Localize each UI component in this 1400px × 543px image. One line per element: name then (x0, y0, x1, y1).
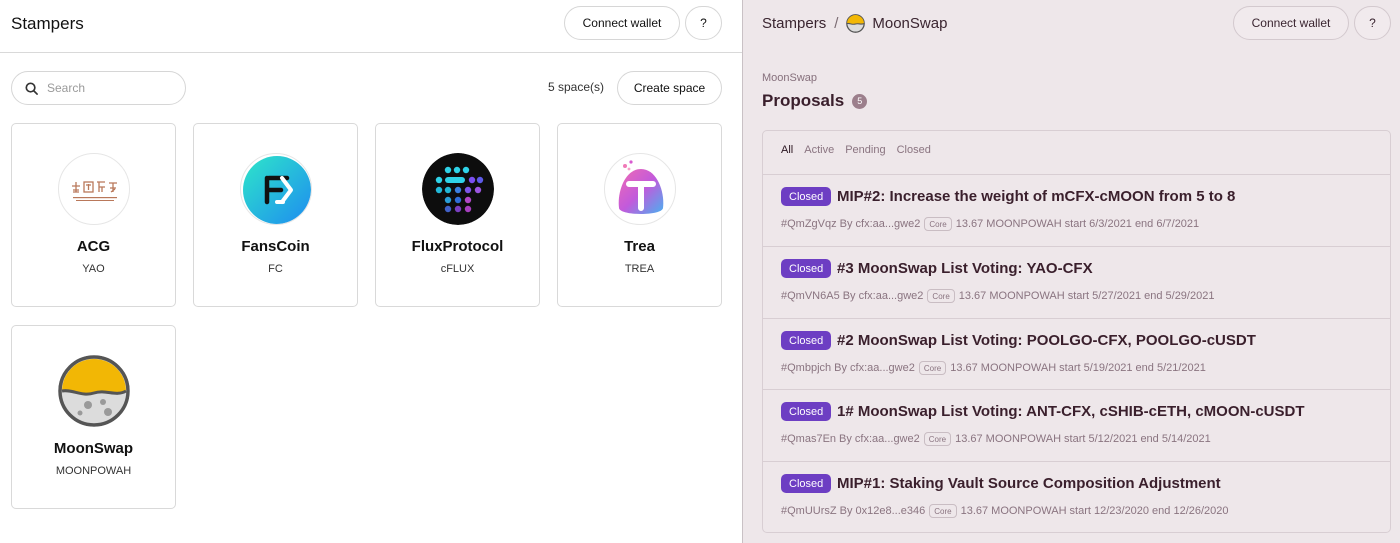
tab-all[interactable]: All (781, 144, 793, 156)
proposal-title[interactable]: #3 MoonSwap List Voting: YAO-CFX (837, 260, 1093, 277)
search-box[interactable] (11, 71, 186, 105)
spaces-panel: Stampers Connect wallet ? 5 space(s) Cre… (0, 0, 742, 543)
proposal-power: 13.67 MOONPOWAH (958, 290, 1065, 302)
space-symbol: cFLUX (440, 263, 475, 275)
space-count: 5 space(s) (547, 80, 604, 94)
proposal-power: 13.67 MOONPOWAH (960, 505, 1067, 517)
space-name: FluxProtocol (411, 238, 504, 255)
help-button[interactable]: ? (1354, 6, 1391, 40)
moonswap-logo-icon (846, 14, 866, 33)
space-symbol: YAO (82, 263, 105, 275)
proposal-power: 13.67 MOONPOWAH (955, 433, 1062, 445)
space-name: MoonSwap (53, 440, 134, 457)
core-badge: Core (923, 432, 952, 446)
status-badge: Closed (781, 187, 832, 206)
core-badge: Core (918, 361, 947, 375)
proposal-meta: #QmUUrsZ By 0x12e8...e346 Core 13.67 MOO… (781, 504, 1229, 518)
proposal-author[interactable]: By cfx:aa...gwe2 (834, 362, 915, 374)
proposal-row[interactable]: Closed MIP#2: Increase the weight of mCF… (763, 174, 1390, 246)
proposal-author[interactable]: By 0x12e8...e346 (840, 505, 926, 517)
proposal-meta: #QmVN6A5 By cfx:aa...gwe2 Core 13.67 MOO… (781, 289, 1214, 303)
space-card-trea[interactable]: Trea TREA (557, 123, 722, 307)
space-card-fluxprotocol[interactable]: FluxProtocol cFLUX (375, 123, 540, 307)
proposal-id[interactable]: #QmUUrsZ (781, 505, 837, 517)
core-badge: Core (924, 217, 952, 231)
proposal-end: end 5/29/2021 (1144, 290, 1215, 302)
core-badge: Core (929, 504, 957, 518)
breadcrumb-root[interactable]: Stampers (762, 15, 826, 32)
brand-title[interactable]: Stampers (11, 14, 84, 34)
proposal-author[interactable]: By cfx:aa...gwe2 (843, 290, 924, 302)
status-badge: Closed (781, 331, 832, 350)
acg-logo-icon (58, 153, 130, 225)
connect-wallet-button[interactable]: Connect wallet (564, 6, 680, 40)
breadcrumb-space[interactable]: MoonSwap (872, 15, 947, 32)
proposal-end: end 12/26/2020 (1152, 505, 1229, 517)
proposal-id[interactable]: #QmVN6A5 (781, 290, 840, 302)
top-bar: Stampers / MoonSwap Connect wallet ? (743, 0, 1400, 47)
search-input[interactable] (47, 81, 167, 95)
proposal-start: start 5/19/2021 (1059, 362, 1133, 374)
proposal-power: 13.67 MOONPOWAH (950, 362, 1057, 374)
space-symbol: MOONPOWAH (55, 465, 132, 477)
core-badge: Core (927, 289, 955, 303)
proposal-row[interactable]: Closed #3 MoonSwap List Voting: YAO-CFX … (763, 246, 1390, 318)
tab-active[interactable]: Active (804, 144, 834, 156)
proposal-meta: #QmZgVqz By cfx:aa...gwe2 Core 13.67 MOO… (781, 217, 1199, 231)
proposal-count-badge: 5 (852, 93, 868, 109)
proposal-start: start 5/12/2021 (1064, 433, 1138, 445)
proposal-meta: #Qmbpjch By cfx:aa...gwe2 Core 13.67 MOO… (781, 361, 1206, 375)
proposal-author[interactable]: By cfx:aa...gwe2 (840, 218, 921, 230)
space-card-moonswap[interactable]: MoonSwap MOONPOWAH (11, 325, 176, 509)
space-name: Trea (624, 238, 655, 255)
space-name: FansCoin (241, 238, 310, 255)
space-card-fanscoin[interactable]: FansCoin FC (193, 123, 358, 307)
proposal-meta: #Qmas7En By cfx:aa...gwe2 Core 13.67 MOO… (781, 432, 1211, 446)
trea-logo-icon (604, 153, 676, 225)
proposal-end: end 5/14/2021 (1140, 433, 1211, 445)
create-space-button[interactable]: Create space (617, 71, 722, 105)
tab-pending[interactable]: Pending (845, 144, 885, 156)
proposal-title[interactable]: MIP#2: Increase the weight of mCFX-cMOON… (837, 188, 1235, 205)
proposal-end: end 6/7/2021 (1134, 218, 1200, 230)
proposal-title[interactable]: 1# MoonSwap List Voting: ANT-CFX, cSHIB-… (837, 403, 1305, 420)
proposal-end: end 5/21/2021 (1135, 362, 1206, 374)
proposal-title[interactable]: #2 MoonSwap List Voting: POOLGO-CFX, POO… (837, 332, 1256, 349)
filter-tabs: All Active Pending Closed (781, 144, 942, 156)
proposal-start: start 6/3/2021 (1064, 218, 1132, 230)
space-symbol: FC (268, 263, 283, 275)
space-symbol: TREA (624, 263, 655, 275)
page-title: Proposals 5 (762, 91, 868, 111)
proposal-row[interactable]: Closed #2 MoonSwap List Voting: POOLGO-C… (763, 318, 1390, 390)
space-label[interactable]: MoonSwap (762, 72, 817, 84)
status-badge: Closed (781, 402, 832, 421)
fluxprotocol-logo-icon (422, 153, 494, 225)
search-icon (25, 81, 38, 95)
proposal-id[interactable]: #Qmas7En (781, 433, 836, 445)
proposals-panel: Stampers / MoonSwap Connect wallet ? Moo… (742, 0, 1400, 543)
breadcrumb-separator: / (834, 15, 839, 32)
space-card-acg[interactable]: ACG YAO (11, 123, 176, 307)
page-title-text: Proposals (762, 91, 845, 110)
proposal-id[interactable]: #Qmbpjch (781, 362, 831, 374)
status-badge: Closed (781, 259, 832, 278)
proposal-start: start 5/27/2021 (1067, 290, 1142, 302)
tab-closed[interactable]: Closed (897, 144, 931, 156)
fanscoin-logo-icon (240, 153, 312, 225)
space-name: ACG (76, 238, 111, 255)
proposal-row[interactable]: Closed 1# MoonSwap List Voting: ANT-CFX,… (763, 389, 1390, 461)
proposal-author[interactable]: By cfx:aa...gwe2 (839, 433, 920, 445)
proposal-list: All Active Pending Closed Closed MIP#2: … (762, 130, 1391, 533)
breadcrumb: Stampers / MoonSwap (762, 14, 947, 33)
proposal-power: 13.67 MOONPOWAH (955, 218, 1062, 230)
help-button[interactable]: ? (685, 6, 722, 40)
connect-wallet-button[interactable]: Connect wallet (1233, 6, 1349, 40)
top-bar: Stampers Connect wallet ? (0, 0, 742, 53)
proposal-title[interactable]: MIP#1: Staking Vault Source Composition … (837, 475, 1221, 492)
proposal-row[interactable]: Closed MIP#1: Staking Vault Source Compo… (763, 461, 1390, 532)
moonswap-logo-icon (58, 355, 130, 427)
status-badge: Closed (781, 474, 832, 493)
proposal-start: start 12/23/2020 (1069, 505, 1150, 517)
proposal-id[interactable]: #QmZgVqz (781, 218, 837, 230)
